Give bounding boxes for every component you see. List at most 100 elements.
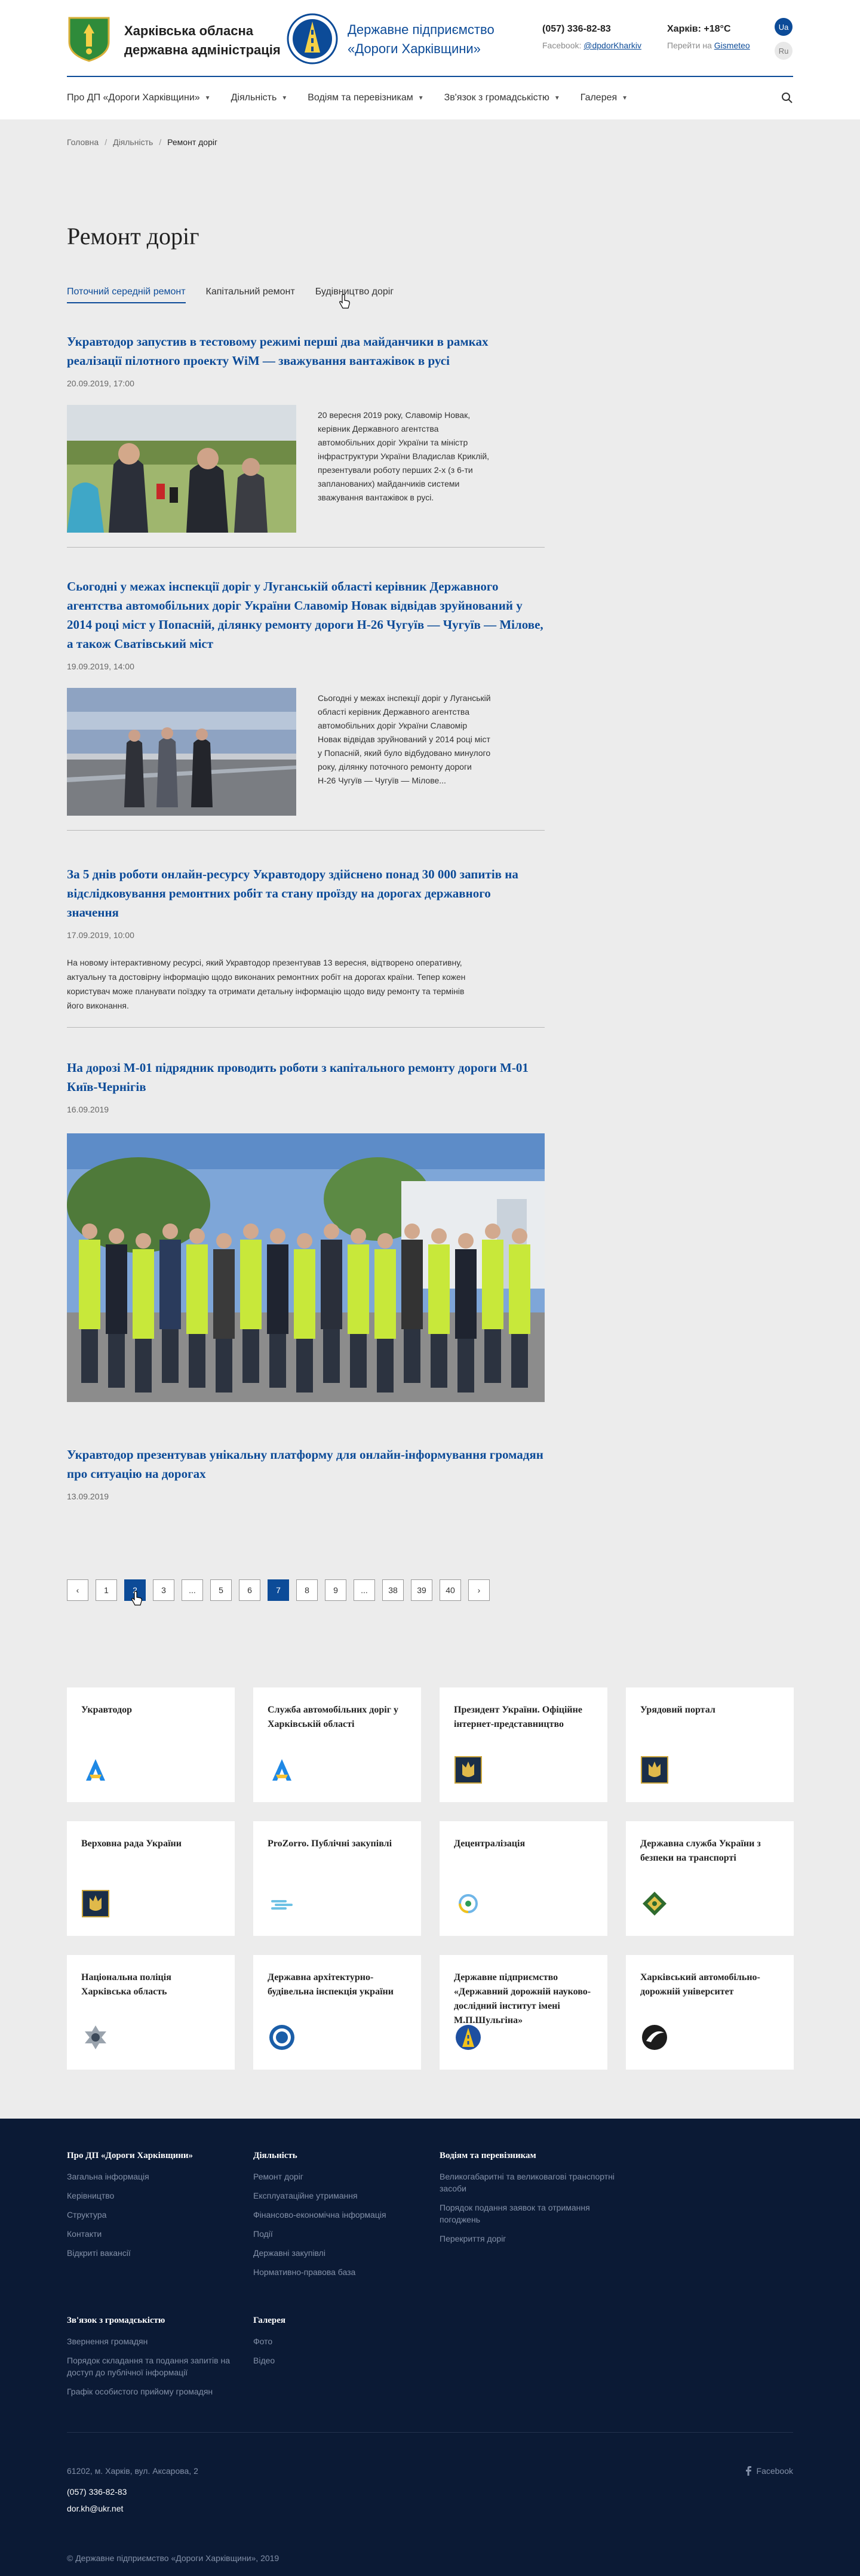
footer-col-public: Зв'язок з громадськістю Звернення громад… xyxy=(67,2316,240,2405)
photo-person-legs xyxy=(296,1339,313,1392)
pagination-page[interactable]: 8 xyxy=(296,1579,318,1601)
footer-link[interactable]: Відео xyxy=(253,2354,432,2366)
news-photo[interactable] xyxy=(67,405,296,533)
pagination-page[interactable]: 38 xyxy=(382,1579,404,1601)
oblast-administration-name[interactable]: Харківська обласна державна адміністраці… xyxy=(124,21,281,60)
partner-card[interactable]: Децентралізація xyxy=(440,1821,607,1936)
pagination-page[interactable]: 39 xyxy=(411,1579,432,1601)
partner-title: Державна служба України з безпеки на тра… xyxy=(640,1839,761,1863)
news-excerpt: Сьогодні у межах інспекції доріг у Луган… xyxy=(318,693,491,785)
footer-phone[interactable]: (057) 336-82-83 xyxy=(67,2487,127,2497)
pagination-page[interactable]: 40 xyxy=(440,1579,461,1601)
tab-capital-repair[interactable]: Капітальний ремонт xyxy=(206,287,295,303)
footer-link[interactable]: Державні закупівлі xyxy=(253,2247,432,2259)
nav-item-about[interactable]: Про ДП «Дороги Харківщини» ▼ xyxy=(67,93,211,103)
news-title[interactable]: Укравтодор запустив в тестовому режимі п… xyxy=(67,332,545,370)
footer-link[interactable]: Фінансово-економічна інформація xyxy=(253,2209,432,2221)
footer-link[interactable]: Звернення громадян xyxy=(67,2335,240,2347)
tab-current-repair[interactable]: Поточний середній ремонт xyxy=(67,287,186,303)
footer-heading: Зв'язок з громадськістю xyxy=(67,2316,165,2325)
lang-ua-button[interactable]: Ua xyxy=(775,18,793,36)
nav-item-activity[interactable]: Діяльність ▼ xyxy=(231,93,288,103)
news-title[interactable]: На дорозі М-01 підрядник проводить робот… xyxy=(67,1058,545,1096)
footer-heading: Галерея xyxy=(253,2316,286,2325)
footer-link[interactable]: Керівництво xyxy=(67,2190,228,2202)
breadcrumb-separator: / xyxy=(105,137,108,147)
partner-card[interactable]: Харківський автомобільно-дорожній універ… xyxy=(626,1955,794,2070)
ukravtodor-logo-icon xyxy=(272,1759,291,1781)
footer-link[interactable]: Порядок складання та подання запитів на … xyxy=(67,2354,240,2378)
partner-card[interactable]: Служба автомобільних доріг у Харківській… xyxy=(253,1687,421,1802)
transport-safety-icon xyxy=(643,1892,666,1916)
pagination-next-button[interactable]: › xyxy=(468,1579,490,1601)
facebook-link[interactable]: @dpdorKharkiv xyxy=(583,41,641,50)
footer-link[interactable]: Фото xyxy=(253,2335,432,2347)
gismeteo-prefix: Перейти на xyxy=(667,41,714,50)
footer-facebook-link[interactable]: Facebook xyxy=(745,2466,793,2476)
gismeteo-link[interactable]: Gismeteo xyxy=(714,41,750,50)
footer-email[interactable]: dor.kh@ukr.net xyxy=(67,2504,123,2513)
footer-link[interactable]: Експлуатаційне утримання xyxy=(253,2190,432,2202)
partner-card[interactable]: Державна служба України з безпеки на тра… xyxy=(626,1821,794,1936)
footer-link[interactable]: Структура xyxy=(67,2209,228,2221)
weather-readout: Харків: +18°C xyxy=(667,24,731,34)
tab-road-construction[interactable]: Будівництво доріг xyxy=(315,287,394,303)
news-title[interactable]: За 5 днів роботи онлайн-ресурсу Укравтод… xyxy=(67,865,545,922)
pagination-page[interactable]: 9 xyxy=(325,1579,346,1601)
photo-person-legs xyxy=(162,1329,179,1383)
footer-link[interactable]: Контакти xyxy=(67,2228,228,2240)
dorogy-kharkivshchyny-logo-icon[interactable] xyxy=(287,13,338,64)
kharkiv-oblast-coat-of-arms-icon[interactable] xyxy=(67,16,111,62)
footer-link[interactable]: Нормативно-правова база xyxy=(253,2266,432,2278)
org2-line1: Державне підприємство xyxy=(348,22,494,37)
breadcrumb-home[interactable]: Головна xyxy=(67,137,99,147)
photo-person-legs xyxy=(457,1339,474,1392)
photo-person-legs xyxy=(323,1329,340,1383)
partner-card[interactable]: Укравтодор xyxy=(67,1687,235,1802)
decentralization-icon xyxy=(459,1894,478,1913)
nav-item-public[interactable]: Зв'язок з громадськістю ▼ xyxy=(444,93,560,103)
pagination-page[interactable]: 6 xyxy=(239,1579,260,1601)
footer-link[interactable]: Ремонт доріг xyxy=(253,2171,432,2182)
pagination-prev-button[interactable]: ‹ xyxy=(67,1579,88,1601)
footer-link[interactable]: Графік особистого прийому громадян xyxy=(67,2386,240,2397)
partner-card[interactable]: Верховна рада України xyxy=(67,1821,235,1936)
nav-item-gallery[interactable]: Галерея ▼ xyxy=(580,93,628,103)
partner-card[interactable]: ProZorro. Публічні закупівлі xyxy=(253,1821,421,1936)
pagination-page[interactable]: 5 xyxy=(210,1579,232,1601)
partner-card[interactable]: Державне підприємство «Державний дорожні… xyxy=(440,1955,607,2070)
news-photo[interactable] xyxy=(67,688,296,816)
partner-card[interactable]: Президент України. Офіційне інтернет-пре… xyxy=(440,1687,607,1802)
partner-title: Укравтодор xyxy=(81,1705,132,1715)
photo-person-legs xyxy=(216,1339,232,1392)
enterprise-name[interactable]: Державне підприємство «Дороги Харківщини… xyxy=(348,20,494,59)
partner-card[interactable]: Національна поліція Харківська область xyxy=(67,1955,235,2070)
partner-card[interactable]: Урядовий портал xyxy=(626,1687,794,1802)
photo-person-head xyxy=(136,1233,151,1249)
footer-link[interactable]: Відкриті вакансії xyxy=(67,2247,228,2259)
header-phone[interactable]: (057) 336-82-83 xyxy=(542,24,611,35)
news-photo[interactable] xyxy=(67,1133,545,1402)
partner-title: Служба автомобільних доріг у Харківській… xyxy=(268,1705,399,1729)
footer-link[interactable]: Порядок подання заявок та отримання пого… xyxy=(440,2202,619,2225)
news-title[interactable]: Укравтодор презентував унікальну платфор… xyxy=(67,1445,545,1483)
news-item: На дорозі М-01 підрядник проводить робот… xyxy=(67,1058,545,1114)
pagination-page-active[interactable]: 7 xyxy=(268,1579,289,1601)
photo-person xyxy=(294,1249,315,1339)
footer-link[interactable]: Великогабаритні та великовагові транспор… xyxy=(440,2171,619,2194)
footer-link[interactable]: Перекриття доріг xyxy=(440,2233,619,2245)
nav-item-drivers[interactable]: Водіям та перевізникам ▼ xyxy=(308,93,423,103)
pagination-page[interactable]: 1 xyxy=(96,1579,117,1601)
breadcrumb-activity[interactable]: Діяльність xyxy=(113,137,153,147)
news-item: Сьогодні у межах інспекції доріг у Луган… xyxy=(67,577,545,831)
search-icon[interactable] xyxy=(781,92,793,104)
breadcrumb-separator: / xyxy=(159,137,162,147)
lang-ru-button[interactable]: Ru xyxy=(775,42,793,60)
footer-col-about: Про ДП «Дороги Харківщини» Загальна інфо… xyxy=(67,2151,228,2266)
news-date: 13.09.2019 xyxy=(67,1492,109,1501)
pagination-page[interactable]: 3 xyxy=(153,1579,174,1601)
footer-link[interactable]: Загальна інформація xyxy=(67,2171,228,2182)
footer-link[interactable]: Події xyxy=(253,2228,432,2240)
partner-card[interactable]: Державна архітектурно-будівельна інспекц… xyxy=(253,1955,421,2070)
news-title[interactable]: Сьогодні у межах інспекції доріг у Луган… xyxy=(67,577,545,653)
